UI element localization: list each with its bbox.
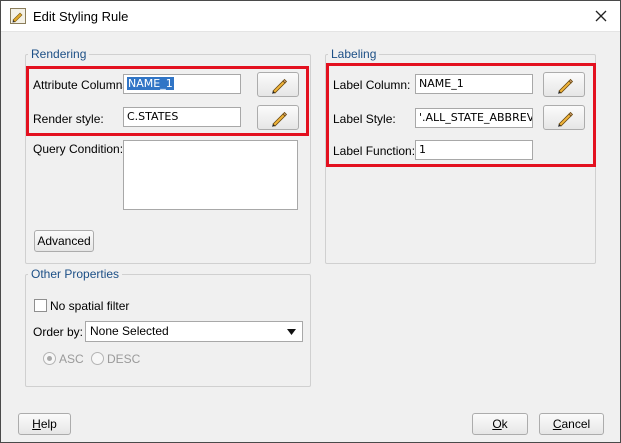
order-by-value: None Selected bbox=[90, 324, 169, 338]
edit-styling-rule-dialog: Edit Styling Rule Rendering Attribute Co… bbox=[0, 0, 621, 443]
label-column-label: Label Column: bbox=[333, 78, 411, 92]
attribute-columns-value: NAME_1 bbox=[127, 77, 174, 90]
query-condition-label: Query Condition: bbox=[33, 142, 124, 156]
rendering-legend: Rendering bbox=[28, 47, 90, 61]
pencil-icon bbox=[558, 78, 574, 94]
pencil-icon bbox=[558, 111, 574, 127]
no-spatial-filter-label: No spatial filter bbox=[50, 299, 130, 313]
order-by-label: Order by: bbox=[33, 325, 84, 339]
pencil-icon bbox=[272, 111, 288, 127]
labeling-legend: Labeling bbox=[328, 47, 380, 61]
desc-radio[interactable] bbox=[91, 352, 104, 365]
no-spatial-filter-checkbox[interactable] bbox=[34, 299, 47, 312]
desc-label: DESC bbox=[107, 352, 141, 366]
title-bar: Edit Styling Rule bbox=[1, 1, 620, 32]
other-properties-legend: Other Properties bbox=[28, 267, 123, 281]
pencil-icon bbox=[272, 78, 288, 94]
asc-radio[interactable] bbox=[43, 352, 56, 365]
label-function-label: Label Function: bbox=[333, 144, 416, 158]
render-style-label: Render style: bbox=[33, 112, 104, 126]
close-button[interactable] bbox=[582, 1, 620, 32]
advanced-button[interactable]: Advanced bbox=[34, 230, 94, 252]
label-function-field[interactable]: 1 bbox=[415, 140, 533, 160]
query-condition-textarea[interactable] bbox=[123, 140, 298, 210]
label-style-label: Label Style: bbox=[333, 112, 396, 126]
asc-label: ASC bbox=[59, 352, 84, 366]
window-title: Edit Styling Rule bbox=[33, 9, 129, 24]
cancel-button[interactable]: Cancel bbox=[539, 413, 604, 435]
attribute-columns-label: Attribute Columns bbox=[33, 78, 129, 92]
app-icon bbox=[10, 8, 26, 24]
attribute-columns-edit-button[interactable] bbox=[257, 72, 299, 97]
label-column-field[interactable]: NAME_1 bbox=[415, 74, 533, 94]
render-style-field[interactable]: C.STATES bbox=[123, 107, 241, 127]
help-button[interactable]: Help bbox=[18, 413, 71, 435]
dropdown-arrow-icon bbox=[287, 329, 296, 335]
order-by-select[interactable]: None Selected bbox=[85, 321, 303, 342]
label-style-edit-button[interactable] bbox=[543, 105, 585, 130]
label-column-edit-button[interactable] bbox=[543, 72, 585, 97]
label-style-field[interactable]: '.ALL_STATE_ABBREVS bbox=[415, 108, 533, 128]
close-icon bbox=[595, 10, 607, 22]
attribute-columns-field[interactable]: NAME_1 bbox=[123, 74, 241, 94]
render-style-edit-button[interactable] bbox=[257, 105, 299, 130]
ok-button[interactable]: Ok bbox=[472, 413, 528, 435]
